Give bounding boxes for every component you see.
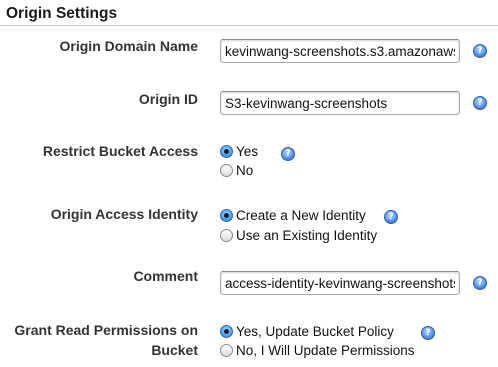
restrict-bucket-access-no-option[interactable]: No xyxy=(220,161,253,179)
restrict-bucket-access-yes-radio[interactable] xyxy=(220,144,233,158)
restrict-bucket-access-label: Restrict Bucket Access xyxy=(42,143,198,159)
origin-access-identity-existing-option[interactable]: Use an Existing Identity xyxy=(220,226,377,244)
comment-label: Comment xyxy=(133,268,198,284)
grant-read-permissions-yes-option[interactable]: Yes, Update Bucket Policy xyxy=(220,322,394,340)
section-title: Origin Settings xyxy=(6,5,118,22)
comment-input[interactable] xyxy=(220,271,460,295)
restrict-bucket-access-no-label: No xyxy=(236,162,254,178)
grant-read-permissions-yes-label: Yes, Update Bucket Policy xyxy=(236,323,394,339)
origin-id-help-icon[interactable]: ? xyxy=(473,96,487,110)
origin-access-identity-existing-label: Use an Existing Identity xyxy=(236,227,378,243)
comment-help-icon[interactable]: ? xyxy=(473,276,487,290)
restrict-bucket-access-no-radio[interactable] xyxy=(220,163,233,177)
restrict-bucket-access-yes-option[interactable]: Yes xyxy=(220,142,258,160)
origin-domain-name-help-icon[interactable]: ? xyxy=(473,44,487,58)
origin-access-identity-create-label: Create a New Identity xyxy=(236,207,366,223)
origin-id-input[interactable] xyxy=(220,91,460,115)
grant-read-permissions-no-radio[interactable] xyxy=(220,343,233,357)
origin-access-identity-label: Origin Access Identity xyxy=(50,206,198,222)
restrict-bucket-access-yes-label: Yes xyxy=(236,143,259,159)
origin-access-identity-existing-radio[interactable] xyxy=(220,228,233,242)
section-divider xyxy=(0,25,498,26)
restrict-bucket-access-help-icon[interactable]: ? xyxy=(281,147,295,161)
origin-access-identity-create-radio[interactable] xyxy=(220,208,233,222)
origin-domain-name-input[interactable] xyxy=(220,39,460,63)
grant-read-permissions-help-icon[interactable]: ? xyxy=(421,326,435,340)
origin-access-identity-help-icon[interactable]: ? xyxy=(384,210,398,224)
grant-read-permissions-label: Grant Read Permissions on Bucket xyxy=(14,322,198,358)
origin-id-label: Origin ID xyxy=(138,91,198,107)
grant-read-permissions-no-option[interactable]: No, I Will Update Permissions xyxy=(220,341,415,359)
grant-read-permissions-no-label: No, I Will Update Permissions xyxy=(236,342,415,358)
origin-domain-name-label: Origin Domain Name xyxy=(59,38,198,54)
grant-read-permissions-yes-radio[interactable] xyxy=(220,324,233,338)
origin-access-identity-create-option[interactable]: Create a New Identity xyxy=(220,206,366,224)
